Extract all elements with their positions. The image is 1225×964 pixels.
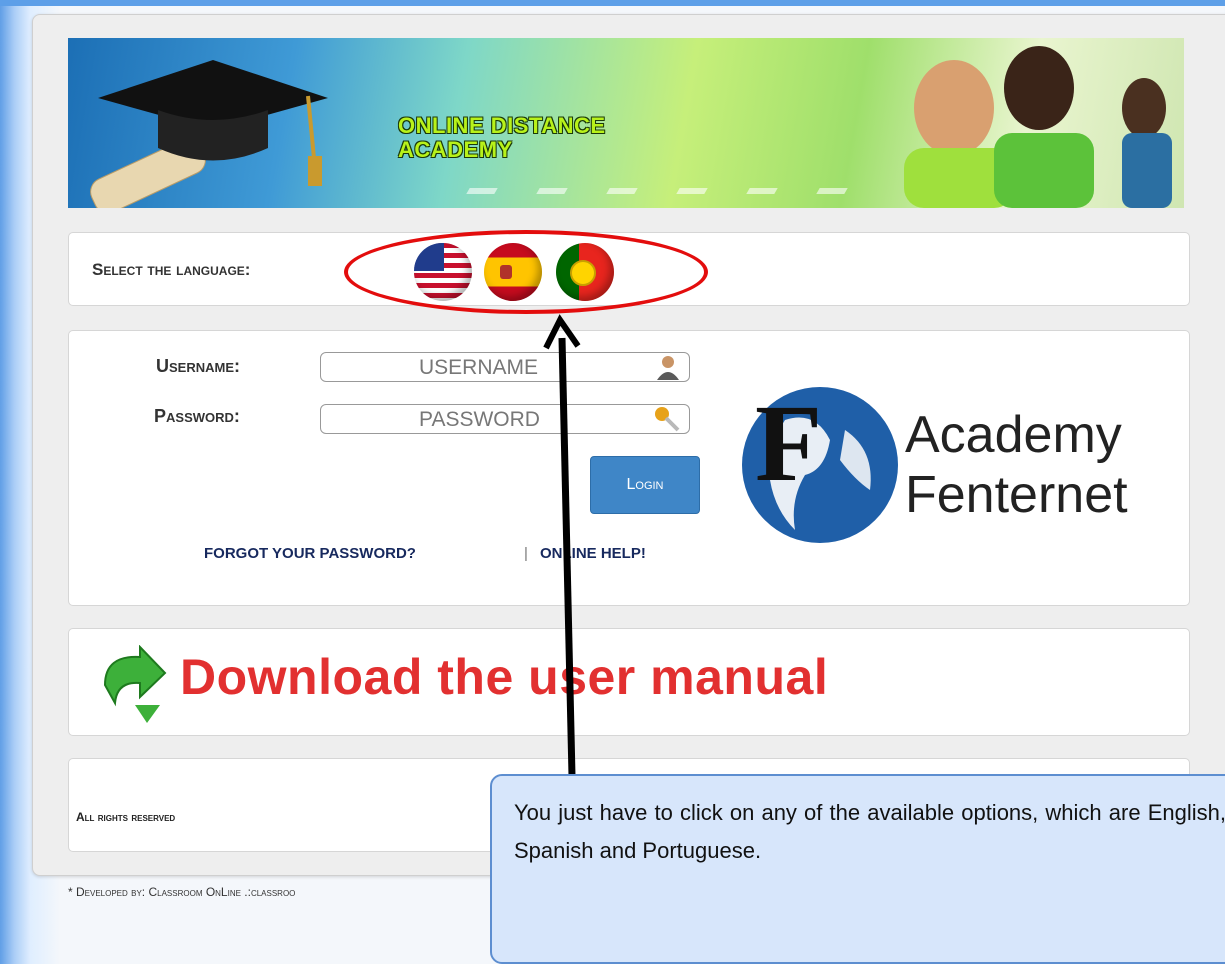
top-bar — [0, 0, 1225, 6]
login-button[interactable]: Login — [590, 456, 700, 514]
banner-title: ONLINE DISTANCE ACADEMY — [398, 113, 606, 162]
callout-text: You just have to click on any of the ava… — [514, 800, 1225, 863]
download-manual-link[interactable]: Download the user manual — [180, 648, 828, 706]
pointer-arrow — [543, 314, 581, 777]
rights-text: All rights reserved — [76, 810, 176, 824]
logo-line-1: Academy — [905, 406, 1122, 464]
highlight-ellipse — [344, 230, 708, 314]
link-separator: | — [524, 545, 528, 562]
username-label: Username: — [156, 356, 240, 376]
username-input[interactable]: USERNAME — [320, 352, 690, 382]
password-placeholder: PASSWORD — [419, 408, 540, 431]
banner: ONLINE DISTANCE ACADEMY — [68, 38, 1184, 208]
language-label: Select the language: — [92, 260, 251, 279]
forgot-password-link[interactable]: FORGOT YOUR PASSWORD? — [204, 545, 416, 562]
instruction-callout: You just have to click on any of the ava… — [490, 774, 1225, 964]
students-photo — [904, 46, 1172, 208]
logo-text: Academy Fenternet — [905, 405, 1128, 525]
password-input[interactable]: PASSWORD — [320, 404, 690, 434]
key-icon — [655, 407, 680, 432]
logo-line-2: Fenternet — [905, 466, 1128, 524]
user-icon — [657, 356, 679, 380]
developer-credit: * Developed by: Classroom OnLine .:class… — [68, 885, 296, 899]
svg-text:F: F — [755, 382, 822, 504]
password-label: Password: — [154, 406, 240, 426]
username-placeholder: USERNAME — [419, 356, 539, 379]
globe-icon: F — [742, 382, 898, 543]
download-arrow-icon — [103, 645, 167, 723]
